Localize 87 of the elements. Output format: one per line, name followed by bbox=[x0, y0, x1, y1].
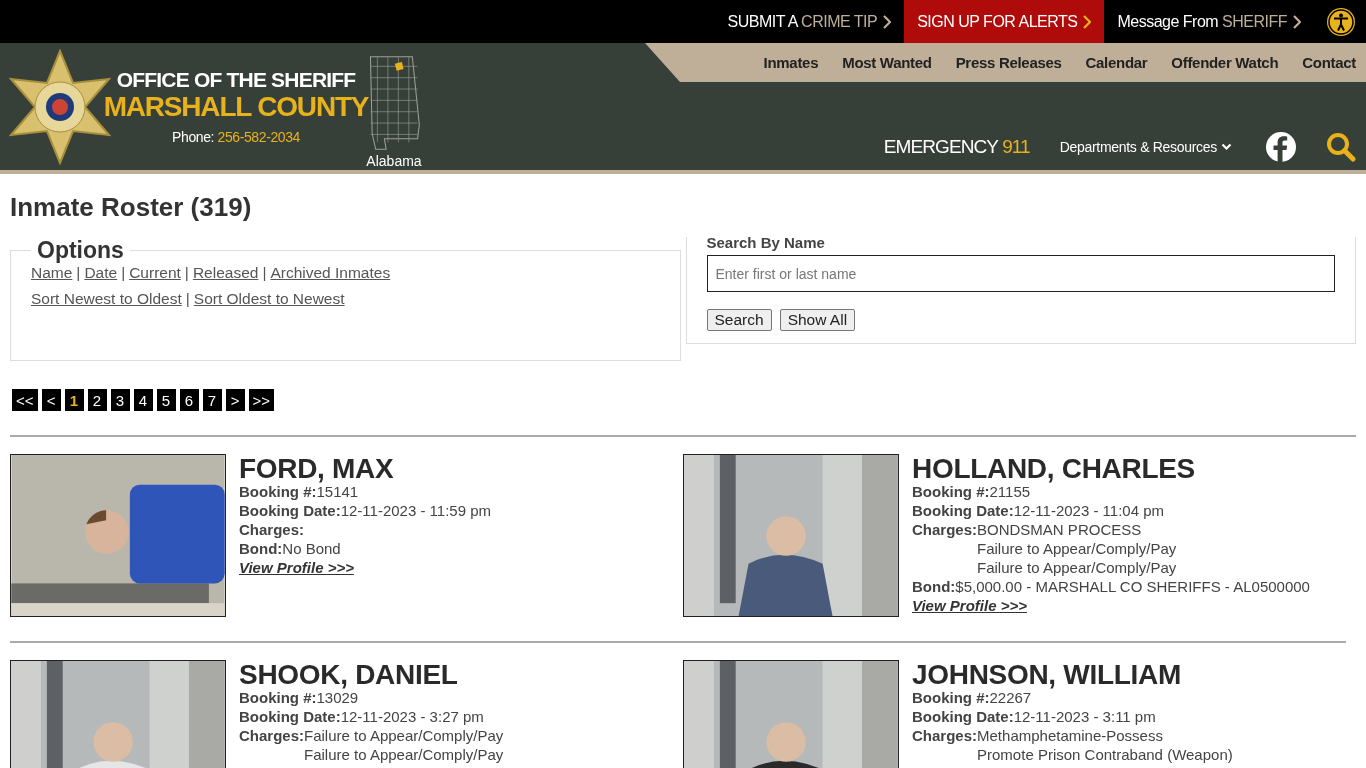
booking-number: 21155 bbox=[989, 483, 1031, 501]
top-link[interactable]: SUBMIT A CRIME TIP bbox=[714, 0, 905, 43]
chevron-icon bbox=[1293, 14, 1301, 29]
search-button[interactable]: Search bbox=[706, 309, 772, 331]
booking-date: 12-11-2023 - 3:27 pm bbox=[340, 707, 484, 726]
booking-number: 22267 bbox=[989, 689, 1032, 707]
page-title: Inmate Roster (319) bbox=[10, 192, 253, 223]
booking-date: 12-11-2023 - 11:04 pm bbox=[1013, 501, 1165, 520]
alerts-signup-link[interactable]: SIGN UP FOR ALERTS bbox=[904, 0, 1105, 43]
charge-text: Failure to Appear/Comply/Pay bbox=[304, 726, 504, 745]
option-link[interactable]: Date bbox=[84, 264, 118, 281]
page-link[interactable]: < bbox=[41, 389, 61, 411]
show-all-button[interactable]: Show All bbox=[779, 309, 856, 331]
page-link[interactable]: 3 bbox=[110, 389, 130, 411]
name-search-field[interactable]: Enter first or last name bbox=[706, 255, 1335, 292]
field-label: Charges: bbox=[912, 726, 978, 746]
field-label: Booking #: bbox=[239, 483, 317, 501]
page-link[interactable]: 7 bbox=[202, 389, 222, 411]
booking-date: 12-11-2023 - 3:11 pm bbox=[1013, 707, 1156, 726]
inmate-name: JOHNSON, WILLIAM bbox=[912, 660, 1182, 690]
charge-text: Methamphetamine-Possess bbox=[977, 726, 1164, 745]
nav-link[interactable]: Most Wanted bbox=[842, 54, 932, 71]
view-profile-link[interactable]: View Profile >>> bbox=[912, 596, 1027, 615]
field-label: Charges: bbox=[912, 520, 978, 540]
state-label: Alabama bbox=[366, 152, 422, 169]
field-label: Booking Date: bbox=[239, 501, 341, 520]
search-label: Search By Name bbox=[706, 234, 826, 251]
charge-text: BONDSMAN PROCESS bbox=[977, 520, 1143, 539]
office-title: OFFICE OF THE SHERIFF bbox=[116, 68, 356, 93]
separator: | bbox=[184, 264, 189, 281]
page-link[interactable]: > bbox=[225, 389, 245, 411]
phone-text: Phone: 256-582-2034 bbox=[172, 128, 300, 145]
field-label: Booking Date: bbox=[239, 707, 341, 726]
view-profile-link[interactable]: View Profile >>> bbox=[239, 558, 354, 577]
booking-number: 13029 bbox=[316, 689, 359, 707]
county-title: MARSHALL COUNTY bbox=[103, 92, 369, 123]
caret-icon bbox=[1221, 143, 1232, 151]
top-link[interactable]: Message From SHERIFF bbox=[1104, 0, 1314, 43]
emergency-number: EMERGENCY 911 bbox=[883, 136, 1030, 158]
page-link[interactable]: >> bbox=[248, 389, 275, 411]
field-label: Booking Date: bbox=[912, 707, 1014, 726]
departments-menu[interactable]: Departments & Resources bbox=[1059, 139, 1232, 155]
page-link[interactable]: 2 bbox=[87, 389, 107, 411]
page-link[interactable]: 6 bbox=[179, 389, 199, 411]
separator: | bbox=[185, 290, 190, 307]
option-link[interactable]: Sort Newest to Oldest bbox=[31, 290, 182, 307]
nav-link[interactable]: Calendar bbox=[1085, 54, 1148, 71]
charge-text: Failure to Appear/Comply/Pay bbox=[977, 539, 1177, 558]
field-label: Booking #: bbox=[912, 689, 990, 707]
field-label: Bond: bbox=[239, 539, 283, 558]
nav-link[interactable]: Contact bbox=[1302, 54, 1356, 71]
chevron-icon bbox=[1083, 14, 1092, 29]
charge-text: Promote Prison Contraband (Weapon) bbox=[977, 745, 1233, 764]
booking-number: 15141 bbox=[316, 483, 359, 501]
field-label: Booking Date: bbox=[912, 501, 1014, 520]
chevron-icon bbox=[883, 14, 892, 29]
separator: | bbox=[121, 264, 126, 281]
option-link[interactable]: Current bbox=[129, 264, 181, 281]
option-link[interactable]: Released bbox=[192, 264, 259, 281]
field-label: Booking #: bbox=[912, 483, 990, 501]
inmate-name: HOLLAND, CHARLES bbox=[912, 454, 1196, 484]
option-link[interactable]: Sort Oldest to Newest bbox=[193, 290, 345, 307]
inmate-name: SHOOK, DANIEL bbox=[239, 660, 459, 690]
field-label: Booking #: bbox=[239, 689, 317, 707]
booking-date: 12-11-2023 - 11:59 pm bbox=[340, 501, 492, 520]
separator: | bbox=[262, 264, 267, 281]
page-link[interactable]: 5 bbox=[156, 389, 176, 411]
page-link[interactable]: << bbox=[12, 389, 38, 411]
separator: | bbox=[76, 264, 81, 281]
charge-text: Failure to Appear/Comply/Pay bbox=[977, 558, 1177, 577]
nav-link[interactable]: Press Releases bbox=[955, 54, 1062, 71]
field-label: Charges: bbox=[239, 520, 305, 539]
options-legend: Options bbox=[31, 237, 130, 264]
option-link[interactable]: Archived Inmates bbox=[270, 264, 391, 281]
search-icon[interactable] bbox=[1326, 132, 1356, 162]
nav-link[interactable]: Inmates bbox=[763, 54, 819, 71]
page-link[interactable]: 4 bbox=[133, 389, 153, 411]
nav-link[interactable]: Offender Watch bbox=[1171, 54, 1279, 71]
field-label: Bond: bbox=[912, 577, 956, 596]
facebook-icon[interactable] bbox=[1266, 132, 1296, 162]
option-link[interactable]: Name bbox=[31, 264, 73, 281]
charge-text: Failure to Appear/Comply/Pay bbox=[304, 745, 504, 764]
field-label: Charges: bbox=[239, 726, 305, 746]
inmate-name: FORD, MAX bbox=[239, 454, 395, 484]
page-link[interactable]: 1 bbox=[64, 389, 84, 411]
bond-text: $5,000.00 - MARSHALL CO SHERIFFS - AL0500000 bbox=[955, 577, 1310, 596]
bond-text: No Bond bbox=[282, 539, 341, 558]
